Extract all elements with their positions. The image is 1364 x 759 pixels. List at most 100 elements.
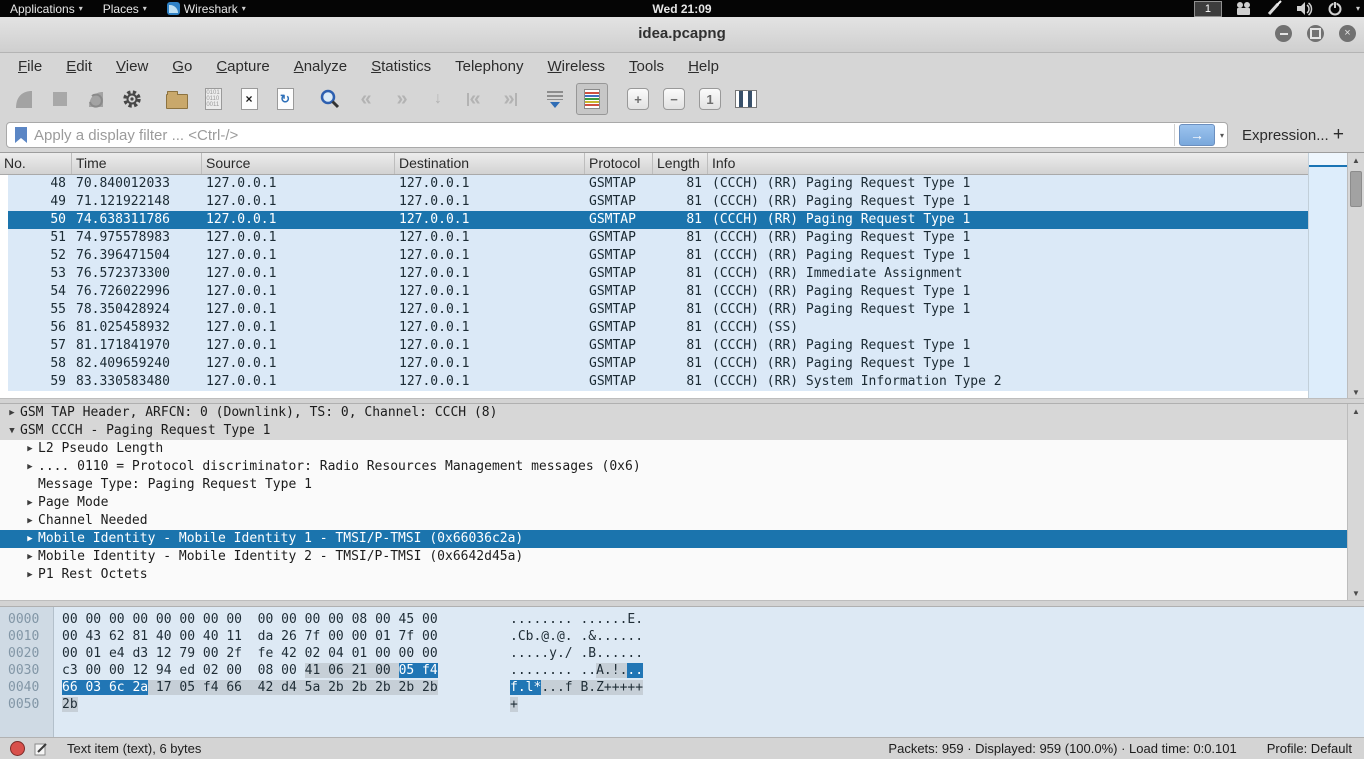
bookmark-icon[interactable] (14, 126, 28, 144)
column-header-destination[interactable]: Destination (395, 153, 585, 174)
packet-row-52[interactable]: 5276.396471504127.0.0.1127.0.0.1GSMTAP81… (0, 247, 1308, 265)
zoom-original-icon[interactable]: 1 (695, 84, 725, 114)
open-file-icon[interactable] (162, 84, 192, 114)
chevron-down-icon[interactable]: ▾ (1356, 4, 1360, 13)
clock[interactable]: Wed 21:09 (652, 2, 711, 16)
column-header-length[interactable]: Length (653, 153, 708, 174)
packet-list-header[interactable]: No.TimeSourceDestinationProtocolLengthIn… (0, 153, 1308, 175)
power-icon[interactable] (1326, 0, 1344, 17)
display-filter-field[interactable]: → ▾ (6, 122, 1228, 148)
profile-text[interactable]: Profile: Default (1267, 741, 1352, 756)
auto-scroll-icon[interactable] (540, 84, 570, 114)
go-back-icon[interactable]: « (351, 84, 381, 114)
details-scrollbar[interactable]: ▲ ▼ (1347, 404, 1364, 600)
expander-icon[interactable]: ▶ (4, 404, 20, 422)
go-forward-icon[interactable]: » (387, 84, 417, 114)
expander-icon[interactable]: ▶ (22, 494, 38, 512)
packet-row-54[interactable]: 5476.726022996127.0.0.1127.0.0.1GSMTAP81… (0, 283, 1308, 301)
filter-dropdown-icon[interactable]: ▾ (1220, 131, 1224, 140)
scroll-up-icon[interactable]: ▲ (1348, 404, 1364, 418)
detail-row[interactable]: ▼GSM CCCH - Paging Request Type 1 (0, 422, 1347, 440)
minimize-button[interactable] (1275, 25, 1292, 42)
resize-columns-icon[interactable] (731, 84, 761, 114)
packet-row-48[interactable]: 4870.840012033127.0.0.1127.0.0.1GSMTAP81… (0, 175, 1308, 193)
scrollbar-thumb[interactable] (1350, 171, 1362, 207)
scroll-down-icon[interactable]: ▼ (1348, 586, 1364, 600)
packet-row-58[interactable]: 5882.409659240127.0.0.1127.0.0.1GSMTAP81… (0, 355, 1308, 373)
menu-telephony[interactable]: Telephony (443, 55, 535, 78)
menu-help[interactable]: Help (676, 55, 731, 78)
column-header-source[interactable]: Source (202, 153, 395, 174)
expander-icon[interactable]: ▼ (4, 422, 20, 440)
packet-row-55[interactable]: 5578.350428924127.0.0.1127.0.0.1GSMTAP81… (0, 301, 1308, 319)
display-filter-input[interactable] (32, 126, 1174, 145)
packet-row-50[interactable]: 5074.638311786127.0.0.1127.0.0.1GSMTAP81… (0, 211, 1308, 229)
workspace-indicator[interactable]: 1 (1194, 1, 1222, 17)
menu-wireless[interactable]: Wireless (536, 55, 618, 78)
menu-tools[interactable]: Tools (617, 55, 676, 78)
camera-icon[interactable] (1234, 0, 1253, 17)
capture-options-icon[interactable] (117, 84, 147, 114)
column-header-no[interactable]: No. (0, 153, 72, 174)
go-to-packet-icon[interactable]: ↓ (423, 84, 453, 114)
places-menu[interactable]: Places ▾ (93, 0, 157, 17)
menu-file[interactable]: File (6, 55, 54, 78)
expert-info-icon[interactable] (10, 741, 25, 756)
splitter-bottom[interactable] (0, 600, 1364, 607)
detail-row[interactable]: ▶Mobile Identity - Mobile Identity 2 - T… (0, 548, 1347, 566)
hex-row-0010[interactable]: 001000 43 62 81 40 00 40 11 da 26 7f 00 … (0, 628, 1364, 645)
capture-stop-icon[interactable] (45, 84, 75, 114)
expander-icon[interactable]: ▶ (22, 530, 38, 548)
hex-row-0000[interactable]: 000000 00 00 00 00 00 00 00 00 00 00 00 … (0, 611, 1364, 628)
volume-icon[interactable] (1295, 0, 1314, 17)
hex-row-0020[interactable]: 002000 01 e4 d3 12 79 00 2f fe 42 02 04 … (0, 645, 1364, 662)
hex-row-0050[interactable]: 00502b+ (0, 696, 1364, 713)
menu-view[interactable]: View (104, 55, 160, 78)
hex-row-0030[interactable]: 0030c3 00 00 12 94 ed 02 00 08 00 41 06 … (0, 662, 1364, 679)
menu-analyze[interactable]: Analyze (282, 55, 359, 78)
packet-row-49[interactable]: 4971.121922148127.0.0.1127.0.0.1GSMTAP81… (0, 193, 1308, 211)
expander-icon[interactable]: ▶ (22, 566, 38, 584)
expander-icon[interactable]: ▶ (22, 440, 38, 458)
column-header-time[interactable]: Time (72, 153, 202, 174)
wireshark-app-menu[interactable]: Wireshark ▾ (157, 0, 256, 17)
detail-row[interactable]: ▶P1 Rest Octets (0, 566, 1347, 584)
menu-capture[interactable]: Capture (204, 55, 281, 78)
menu-edit[interactable]: Edit (54, 55, 104, 78)
zoom-in-icon[interactable]: + (623, 84, 653, 114)
find-packet-icon[interactable] (315, 84, 345, 114)
detail-row[interactable]: ▶L2 Pseudo Length (0, 440, 1347, 458)
hex-row-0040[interactable]: 004066 03 6c 2a 17 05 f4 66 42 d4 5a 2b … (0, 679, 1364, 696)
menu-go[interactable]: Go (160, 55, 204, 78)
detail-row[interactable]: ▶Mobile Identity - Mobile Identity 1 - T… (0, 530, 1347, 548)
scroll-up-icon[interactable]: ▲ (1348, 153, 1364, 167)
reload-file-icon[interactable]: ↻ (270, 84, 300, 114)
capture-comment-icon[interactable] (33, 741, 49, 757)
add-filter-button[interactable]: + (1333, 124, 1344, 146)
expression-button[interactable]: Expression... (1242, 127, 1329, 144)
close-file-icon[interactable]: × (234, 84, 264, 114)
capture-start-icon[interactable] (9, 84, 39, 114)
packet-row-57[interactable]: 5781.171841970127.0.0.1127.0.0.1GSMTAP81… (0, 337, 1308, 355)
apply-filter-button[interactable]: → (1179, 124, 1215, 146)
colorize-icon[interactable] (576, 83, 608, 115)
detail-row[interactable]: ▶Channel Needed (0, 512, 1347, 530)
last-packet-icon[interactable]: » (495, 84, 525, 114)
close-button[interactable]: × (1339, 25, 1356, 42)
packet-row-51[interactable]: 5174.975578983127.0.0.1127.0.0.1GSMTAP81… (0, 229, 1308, 247)
column-header-protocol[interactable]: Protocol (585, 153, 653, 174)
expander-icon[interactable]: ▶ (22, 512, 38, 530)
packet-row-59[interactable]: 5983.330583480127.0.0.1127.0.0.1GSMTAP81… (0, 373, 1308, 391)
packet-row-56[interactable]: 5681.025458932127.0.0.1127.0.0.1GSMTAP81… (0, 319, 1308, 337)
capture-restart-icon[interactable] (81, 84, 111, 114)
detail-row[interactable]: ▶.... 0110 = Protocol discriminator: Rad… (0, 458, 1347, 476)
detail-row[interactable]: Message Type: Paging Request Type 1 (0, 476, 1347, 494)
menu-statistics[interactable]: Statistics (359, 55, 443, 78)
packet-row-53[interactable]: 5376.572373300127.0.0.1127.0.0.1GSMTAP81… (0, 265, 1308, 283)
expander-icon[interactable]: ▶ (22, 548, 38, 566)
save-file-icon[interactable]: 010101100011 (198, 84, 228, 114)
packet-list-scrollbar[interactable]: ▲ ▼ (1347, 153, 1364, 399)
column-header-info[interactable]: Info (708, 153, 1308, 174)
scroll-down-icon[interactable]: ▼ (1348, 385, 1364, 399)
expander-icon[interactable]: ▶ (22, 458, 38, 476)
